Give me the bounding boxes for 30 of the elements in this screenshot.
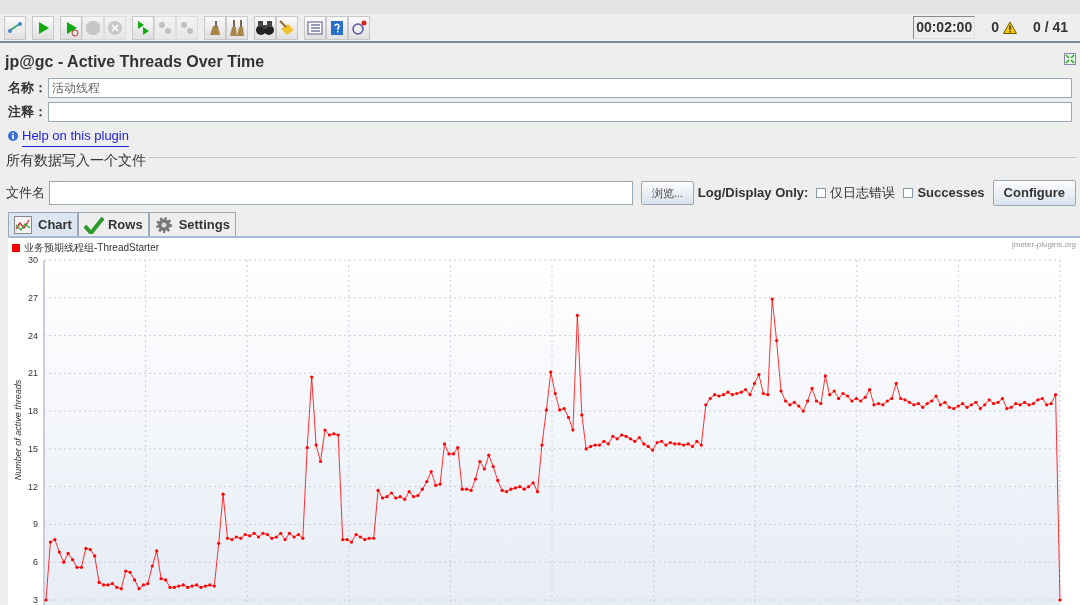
browse-button[interactable]: 浏览... xyxy=(640,181,694,205)
tick-label: 15 xyxy=(28,443,38,454)
field-label: 注释： xyxy=(8,103,48,122)
tab[interactable]: Chart xyxy=(8,212,78,236)
checkbox-label: 仅日志错误 xyxy=(830,184,896,203)
tab[interactable]: Rows xyxy=(77,212,149,236)
tick-label: 24 xyxy=(28,330,38,341)
help-link[interactable]: Help on this plugin xyxy=(22,126,129,147)
tick-label: 30 xyxy=(28,255,38,265)
tick-label: 27 xyxy=(28,292,38,303)
tick-label: 18 xyxy=(28,406,38,417)
tick-label: 9 xyxy=(33,519,38,530)
configure-button[interactable]: Configure xyxy=(992,180,1076,206)
tab[interactable]: Settings xyxy=(148,212,236,236)
axis-title: Number of active threads xyxy=(13,379,23,481)
tick-label: 3 xyxy=(33,595,38,605)
error-count: 0 xyxy=(991,18,999,37)
field-label: 文件名 xyxy=(6,184,45,203)
watermark-text: jmeter-plugins.org xyxy=(1011,240,1076,249)
log-label: Log/Display Only: xyxy=(697,184,809,203)
checkbox-label: Successes xyxy=(917,184,985,203)
panel-title: jp@gc - Active Threads Over Time xyxy=(3,52,266,72)
name-field[interactable]: 活动线程 xyxy=(48,78,1072,98)
tick-label: 12 xyxy=(28,481,38,492)
field-label: 名称： xyxy=(8,79,48,98)
tick-label: 6 xyxy=(33,557,38,568)
thread-count: 0 / 41 xyxy=(1032,18,1068,37)
tick-label: 21 xyxy=(28,368,38,379)
elapsed-time: 00:02:00 xyxy=(913,16,976,39)
legend-label: 业务预期线程组-ThreadStarter xyxy=(24,242,160,253)
